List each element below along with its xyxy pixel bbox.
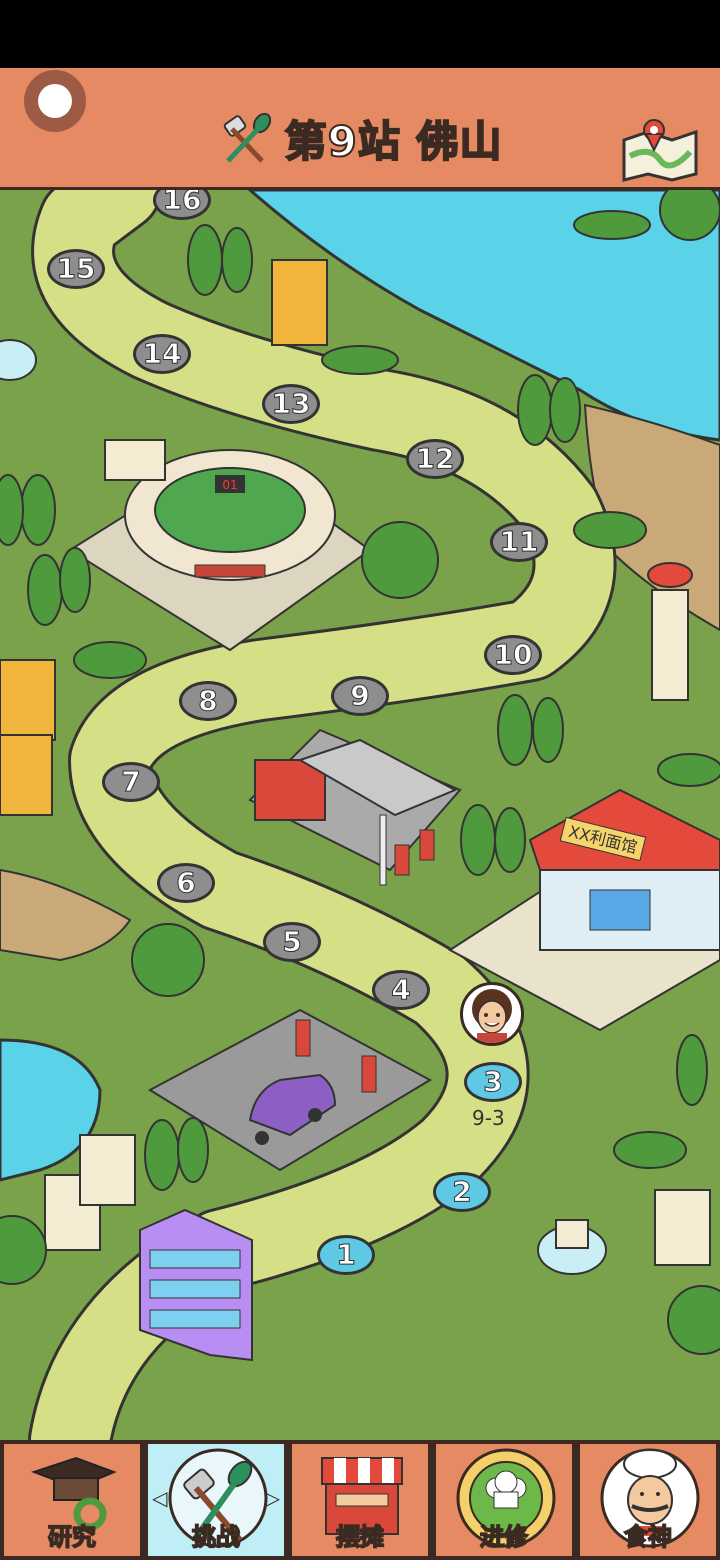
tab-label: 进修: [479, 1522, 529, 1552]
level-node[interactable]: 10: [484, 635, 542, 675]
level-node[interactable]: 15: [47, 249, 105, 289]
title-wrap: 第9站 佛山: [0, 108, 720, 178]
player-face-icon: [472, 989, 512, 1043]
level-node[interactable]: 7: [102, 762, 160, 802]
map-icon[interactable]: [620, 116, 700, 182]
scoreboard-text: 01: [222, 478, 237, 492]
level-node[interactable]: 2: [433, 1172, 491, 1212]
level-node[interactable]: 9: [331, 676, 389, 716]
tab-label: 挑战: [191, 1522, 241, 1552]
tab-training[interactable]: 进修: [434, 1442, 574, 1558]
level-node[interactable]: 5: [263, 922, 321, 962]
tab-label: 食神: [623, 1522, 673, 1552]
level-node[interactable]: 1: [317, 1235, 375, 1275]
tab-chef-god[interactable]: 食神: [578, 1442, 718, 1558]
level-node[interactable]: 14: [133, 334, 191, 374]
page-title: 第9站 佛山: [284, 116, 503, 167]
level-node[interactable]: 8: [179, 681, 237, 721]
level-node[interactable]: 4: [372, 970, 430, 1010]
level-node[interactable]: 12: [406, 439, 464, 479]
current-stage-label: 9-3: [472, 1106, 505, 1130]
header: 第9站 佛山: [0, 68, 720, 190]
gas-station: [248, 728, 462, 886]
level-node[interactable]: 6: [157, 863, 215, 903]
status-bar: [0, 0, 720, 68]
tab-stall[interactable]: 摆摊: [290, 1442, 430, 1558]
tab-research[interactable]: 研究: [2, 1442, 142, 1558]
tab-challenge[interactable]: ◁ ▷ 挑战: [146, 1442, 286, 1558]
player-avatar[interactable]: [460, 982, 524, 1046]
tab-label: 摆摊: [335, 1522, 385, 1552]
level-node[interactable]: 11: [490, 522, 548, 562]
utensils-icon: [223, 112, 271, 163]
level-node[interactable]: 3: [464, 1062, 522, 1102]
level-map: 01 XX利面馆 1 2 3 4 5 6 7 8 9 10 11 12 13 1…: [0, 190, 720, 1440]
level-node[interactable]: 13: [262, 384, 320, 424]
bottom-nav: 研究 ◁ ▷ 挑战 摆摊 进修 食神: [0, 1440, 720, 1560]
tab-label: 研究: [47, 1522, 97, 1552]
